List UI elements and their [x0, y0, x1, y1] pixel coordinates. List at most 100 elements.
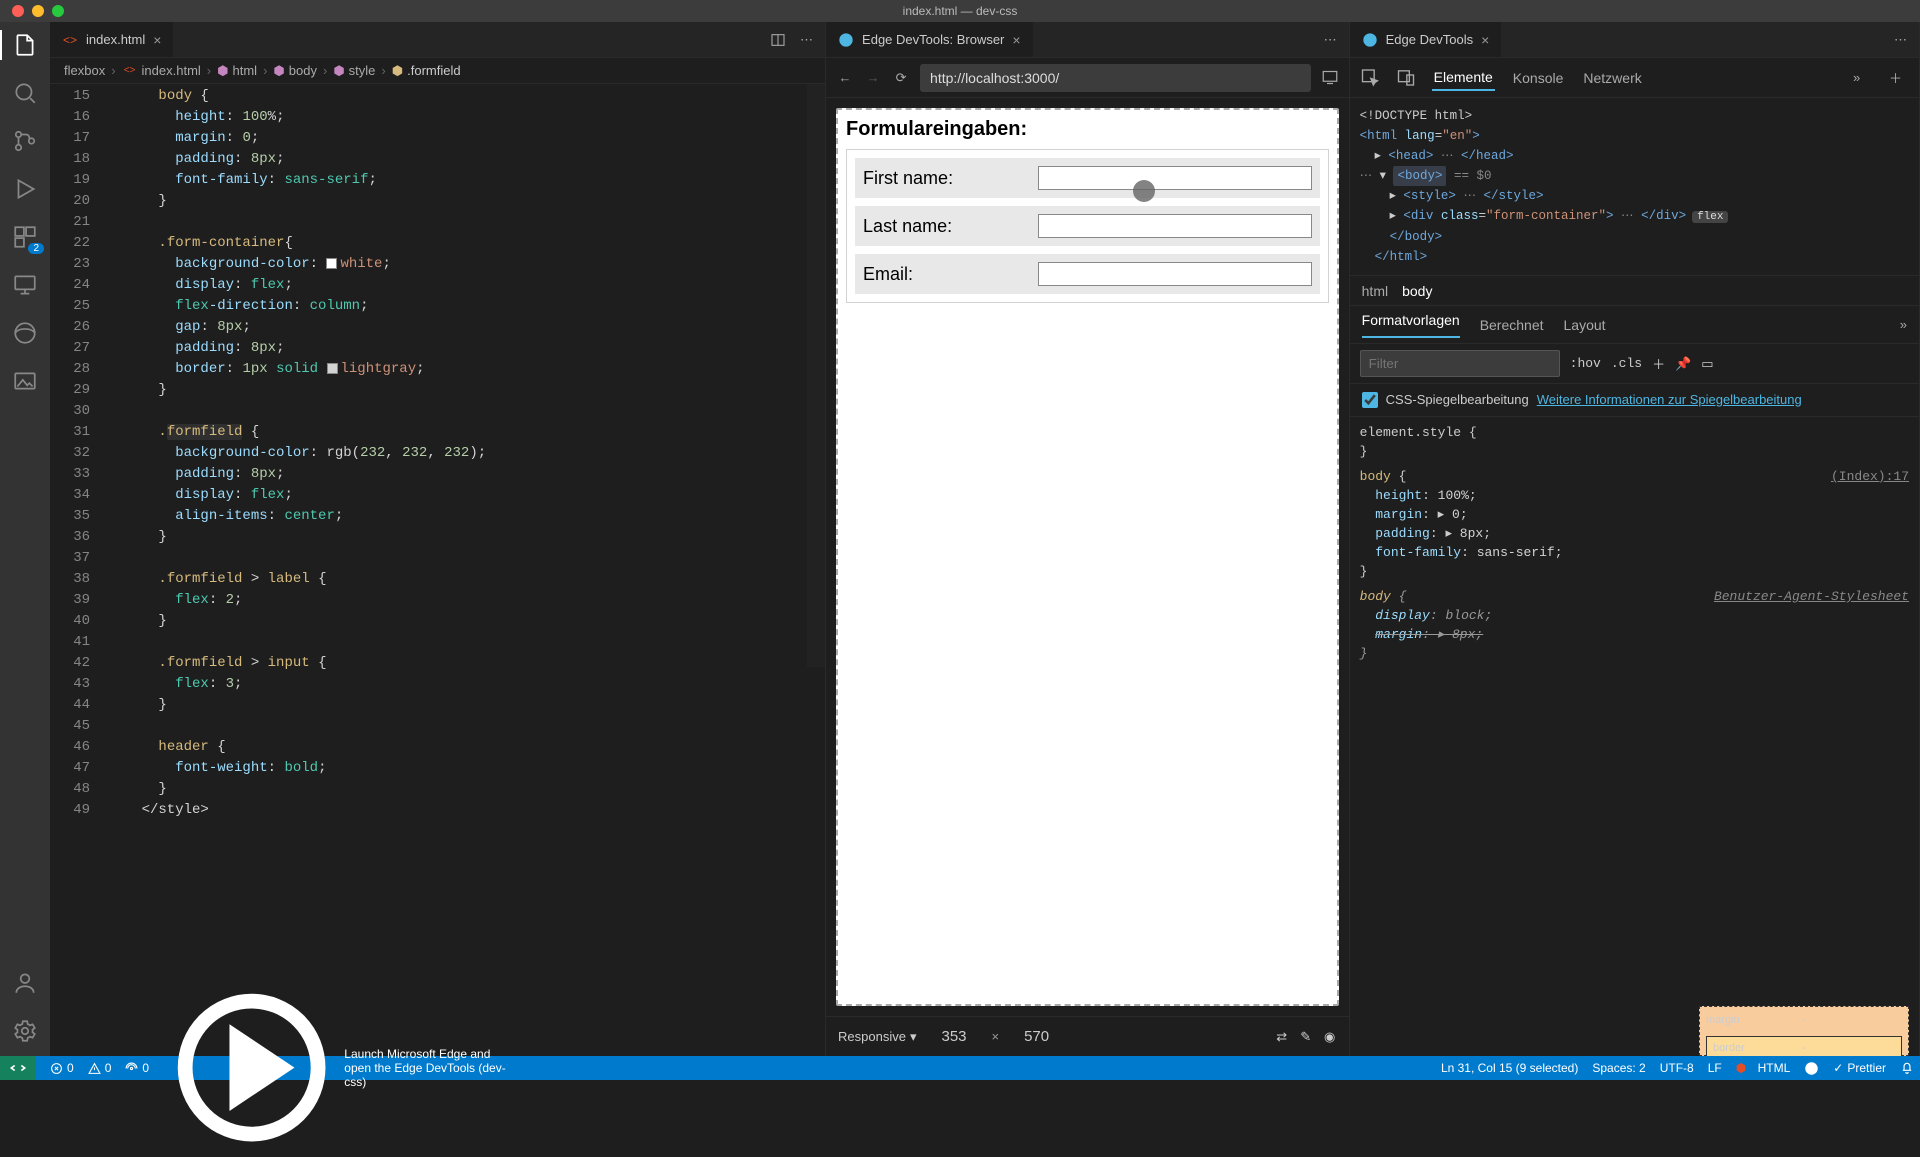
code-content[interactable]: body { height: 100%; margin: 0; padding:… [108, 84, 825, 1056]
dom-breadcrumb[interactable]: html body [1350, 276, 1919, 306]
add-panel-icon[interactable]: ＋ [1889, 68, 1909, 87]
close-icon[interactable]: × [1012, 32, 1020, 48]
device-select[interactable]: Responsive ▾ [838, 1029, 916, 1045]
reload-icon[interactable]: ⟳ [892, 70, 910, 86]
minimize-traffic[interactable] [32, 5, 44, 17]
tab-devtools[interactable]: Edge DevTools × [1350, 22, 1503, 57]
tab-layout[interactable]: Layout [1564, 317, 1606, 333]
devtools-panel-tabs: Elemente Konsole Netzwerk » ＋ [1350, 58, 1919, 98]
extensions-icon[interactable]: 2 [12, 224, 38, 250]
styles-filter-input[interactable] [1360, 350, 1560, 377]
indent-indicator[interactable]: Spaces: 2 [1592, 1061, 1645, 1075]
tab-browser[interactable]: Edge DevTools: Browser × [826, 22, 1034, 57]
image-preview-icon[interactable] [12, 368, 38, 394]
close-traffic[interactable] [12, 5, 24, 17]
hov-toggle[interactable]: :hov [1570, 356, 1601, 371]
add-rule-icon[interactable]: ＋ [1652, 354, 1665, 373]
screencast-icon[interactable] [1321, 58, 1339, 97]
mirror-info-link[interactable]: Weitere Informationen zur Spiegelbearbei… [1537, 392, 1802, 407]
devtools-group: Edge DevTools × ⋯ Elemente Konsole Netzw… [1350, 22, 1920, 1056]
warnings-count[interactable]: 0 [88, 1061, 112, 1075]
email-input[interactable] [1038, 262, 1311, 286]
form-field-email: Email: [855, 254, 1320, 294]
cls-toggle[interactable]: .cls [1611, 356, 1642, 371]
box-model[interactable]: margin - border - [1699, 1006, 1909, 1056]
tab-elements[interactable]: Elemente [1432, 65, 1495, 91]
tab-index-html[interactable]: <> index.html × [50, 22, 174, 57]
account-icon[interactable] [12, 970, 38, 996]
edge-status-icon[interactable] [1804, 1061, 1819, 1076]
nav-forward-icon[interactable]: → [864, 70, 882, 85]
settings-gear-icon[interactable] [12, 1018, 38, 1044]
editor-tabs: <> index.html × ⋯ [50, 22, 825, 58]
css-mirror-checkbox[interactable] [1362, 392, 1378, 408]
style-rules[interactable]: element.style {} (Index):17 body { heigh… [1350, 417, 1919, 1056]
viewport-width-input[interactable] [927, 1028, 982, 1045]
notifications-icon[interactable] [1900, 1061, 1914, 1075]
first-name-input[interactable] [1038, 166, 1311, 190]
breadcrumb[interactable]: flexbox› <>index.html› ⬢html› ⬢body› ⬢st… [50, 58, 825, 84]
extensions-badge: 2 [28, 243, 44, 254]
port-indicator[interactable]: 0 [125, 1061, 149, 1075]
devtools-tabs: Edge DevTools × ⋯ [1350, 22, 1919, 58]
eol-indicator[interactable]: LF [1708, 1061, 1722, 1075]
inspect-icon[interactable] [1360, 58, 1380, 97]
window-title: index.html — dev-css [903, 4, 1018, 18]
browser-url-bar: ← → ⟳ [826, 58, 1349, 98]
more-actions-icon[interactable]: ⋯ [800, 32, 813, 48]
url-input[interactable] [920, 64, 1311, 92]
close-icon[interactable]: × [153, 32, 161, 48]
computed-toggle-icon[interactable]: ▭ [1701, 356, 1713, 372]
minimap[interactable] [807, 84, 825, 1056]
touch-cursor [1133, 180, 1155, 202]
last-name-input[interactable] [1038, 214, 1311, 238]
editor-group: <> index.html × ⋯ flexbox› <>index.html›… [50, 22, 826, 1056]
prettier-indicator[interactable]: ✓ Prettier [1833, 1061, 1886, 1075]
browser-viewport[interactable]: Formulareingaben: First name: Last name:… [836, 108, 1339, 1006]
run-debug-icon[interactable] [12, 176, 38, 202]
errors-count[interactable]: 0 [50, 1061, 74, 1075]
chevron-down-icon: ▾ [910, 1029, 917, 1045]
tab-styles[interactable]: Formatvorlagen [1362, 312, 1460, 338]
rotate-icon[interactable]: ⇄ [1275, 1029, 1289, 1045]
device-icon[interactable] [1396, 58, 1416, 97]
form-field-last-name: Last name: [855, 206, 1320, 246]
viewport-height-input[interactable] [1009, 1028, 1064, 1045]
styles-filter-row: :hov .cls ＋ 📌 ▭ [1350, 344, 1919, 384]
edge-icon [838, 32, 854, 48]
nav-back-icon[interactable]: ← [836, 70, 854, 85]
more-actions-icon[interactable]: ⋯ [1894, 32, 1907, 48]
tab-console[interactable]: Konsole [1511, 66, 1566, 90]
explorer-icon[interactable] [12, 32, 38, 58]
zoom-traffic[interactable] [52, 5, 64, 17]
device-toolbar: Responsive ▾ × ⇄ ✎ ◉ [826, 1016, 1349, 1056]
tab-network[interactable]: Netzwerk [1581, 66, 1643, 90]
dom-tree[interactable]: <!DOCTYPE html> <html lang="en"> ▸ <head… [1350, 98, 1919, 276]
tab-label: index.html [86, 32, 145, 47]
styles-tabs: Formatvorlagen Berechnet Layout » [1350, 306, 1919, 344]
edge-tools-icon[interactable] [12, 320, 38, 346]
encoding-indicator[interactable]: UTF-8 [1660, 1061, 1694, 1075]
activity-bar: 2 [0, 22, 50, 1056]
cursor-position[interactable]: Ln 31, Col 15 (9 selected) [1441, 1061, 1578, 1075]
search-icon[interactable] [12, 80, 38, 106]
more-actions-icon[interactable]: ⋯ [1324, 32, 1337, 48]
split-editor-icon[interactable] [770, 32, 786, 48]
tab-label: Edge DevTools: Browser [862, 32, 1004, 47]
more-styles-icon[interactable]: » [1900, 317, 1907, 332]
source-control-icon[interactable] [12, 128, 38, 154]
code-editor[interactable]: 1516171819202122232425262728293031323334… [50, 84, 825, 1056]
edit-icon[interactable]: ✎ [1299, 1029, 1313, 1045]
css-mirror-row: CSS-Spiegelbearbeitung Weitere Informati… [1350, 384, 1919, 417]
remote-indicator[interactable] [0, 1056, 36, 1080]
browser-tabs: Edge DevTools: Browser × ⋯ [826, 22, 1349, 58]
more-panels-icon[interactable]: » [1853, 70, 1873, 85]
tab-computed[interactable]: Berechnet [1480, 317, 1544, 333]
form-header: Formulareingaben: [846, 118, 1329, 141]
lang-indicator[interactable]: ⬢ HTML [1736, 1061, 1791, 1075]
eye-icon[interactable]: ◉ [1323, 1029, 1337, 1045]
html-file-icon: <> [62, 32, 78, 48]
close-icon[interactable]: × [1481, 32, 1489, 48]
remote-explorer-icon[interactable] [12, 272, 38, 298]
pin-icon[interactable]: 📌 [1675, 356, 1691, 372]
